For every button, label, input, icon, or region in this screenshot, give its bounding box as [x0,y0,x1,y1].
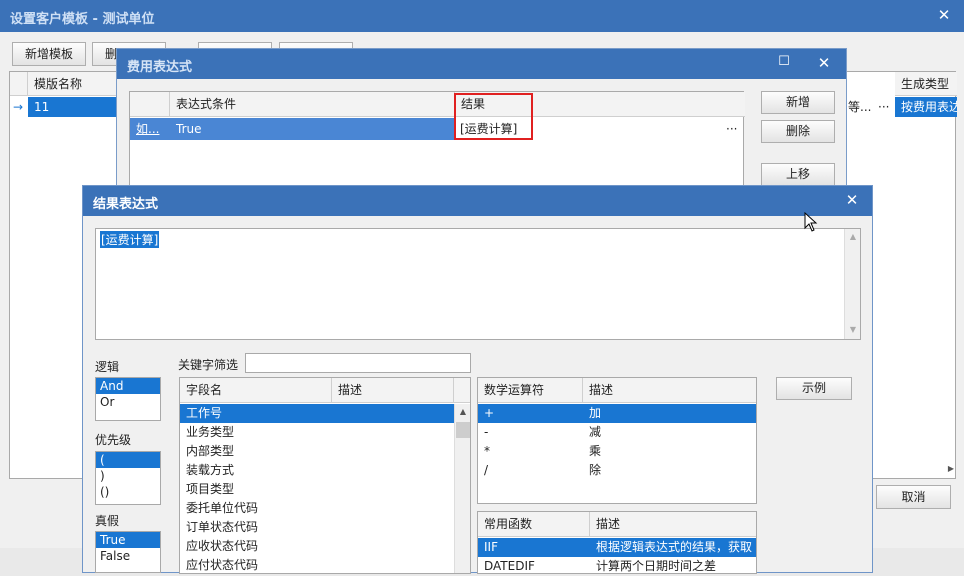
expr-dialog: 费用表达式 ☐ ✕ 表达式条件 结果 如... True [运费计算] ··· … [116,48,847,189]
expr-grid: 表达式条件 结果 如... True [运费计算] ··· [129,91,745,189]
field-row[interactable]: 业务类型 [180,423,454,442]
field-row[interactable]: 项目类型 [180,480,454,499]
math-row[interactable]: -减 [478,423,756,442]
template-row-ellipsis[interactable]: ··· [876,97,894,117]
math-op: + [484,406,495,420]
bool-item-true[interactable]: True [96,532,160,548]
expression-scroll-down-icon[interactable]: ▼ [845,325,861,334]
expr-delete-button[interactable]: 删除 [761,120,835,143]
keyword-label: 关键字筛选 [178,358,239,372]
func-name: DATEDIF [484,559,535,573]
add-template-button[interactable]: 新增模板 [12,42,86,66]
priority-item-pair[interactable]: () [96,484,160,500]
expr-up-button[interactable]: 上移 [761,163,835,186]
funcs-rows: IIF 根据逻辑表达式的结果，获取 DATEDIF 计算两个日期时间之差 [478,538,756,576]
fields-header-pad [454,378,470,403]
fields-scroll-thumb[interactable] [456,422,470,438]
math-desc: 加 [589,406,602,420]
result-dialog: 结果表达式 ✕ [运费计算] ▲ ▼ 逻辑 And Or 优先级 ( ) () … [82,185,873,574]
row-marker-icon: → [13,100,24,114]
grid-scroll-right-icon[interactable]: ▶ [945,464,957,473]
logic-item-or[interactable]: Or [96,394,160,410]
math-op: * [484,444,490,458]
expression-text: [运费计算] [100,231,160,248]
expression-editor[interactable]: [运费计算] ▲ ▼ [95,228,861,340]
funcs-grid: 常用函数 描述 IIF 根据逻辑表达式的结果，获取 DATEDIF 计算两个日期时间之… [477,511,757,574]
bool-label: 真假 [95,514,120,528]
expr-row-edit-link[interactable]: 如... [130,118,170,140]
func-desc: 计算两个日期时间之差 [596,559,717,573]
main-close-button[interactable]: ✕ [934,6,954,24]
expr-title: 费用表达式 [127,60,193,75]
expr-row-condition[interactable]: True [170,118,455,140]
logic-item-and[interactable]: And [96,378,160,394]
func-row[interactable]: IIF 根据逻辑表达式的结果，获取 [478,538,756,557]
result-highlight-box [454,93,533,140]
math-row[interactable]: + 加 [478,404,756,423]
math-desc: 减 [589,425,602,439]
template-col-name[interactable]: 模版名称 [28,72,128,96]
math-op: - [484,425,489,439]
math-grid: 数学运算符 描述 + 加 - 减 * 乘 / 除 [477,377,757,504]
math-desc: 乘 [589,444,602,458]
field-row[interactable]: 订单状态代码 [180,518,454,537]
main-title: 设置客户模板 - 测试单位 [10,12,155,27]
logic-label: 逻辑 [95,360,120,374]
template-row-gen-type[interactable]: 按费用表达 [895,97,957,117]
fields-col-name[interactable]: 字段名 [180,378,332,403]
cancel-button[interactable]: 取消 [876,485,951,509]
keyword-input[interactable] [245,353,471,373]
bool-listbox[interactable]: True False [95,531,161,573]
priority-item-close[interactable]: ) [96,468,160,484]
priority-label: 优先级 [95,433,132,447]
fields-rows: 工作号 业务类型 内部类型 装载方式 项目类型 委托单位代码 订单状态代码 应收状态代码 应付状… [180,404,454,575]
math-desc: 除 [589,463,602,477]
fields-scroll-up-icon[interactable]: ▲ [455,407,471,416]
template-grid-corner [10,72,28,96]
expr-row-result-ellipsis[interactable]: ··· [724,118,744,140]
mouse-cursor-icon [804,212,818,232]
math-col-op[interactable]: 数学运算符 [478,378,583,403]
template-col-gen-type[interactable]: 生成类型 [895,72,957,96]
expr-col-condition[interactable]: 表达式条件 [170,92,455,117]
expression-scrollbar[interactable]: ▲ ▼ [844,229,860,339]
field-row[interactable]: 工作号 [180,404,454,423]
math-col-desc[interactable]: 描述 [583,378,756,403]
math-rows: + 加 - 减 * 乘 / 除 [478,404,756,480]
expr-grid-corner [130,92,170,117]
func-name: IIF [484,540,498,554]
result-close-button[interactable]: ✕ [842,191,862,209]
main-titlebar: 设置客户模板 - 测试单位 ✕ [0,0,964,32]
expression-scroll-up-icon[interactable]: ▲ [845,232,861,241]
priority-item-open[interactable]: ( [96,452,160,468]
field-row[interactable]: 装载方式 [180,461,454,480]
fields-grid: 字段名 描述 工作号 业务类型 内部类型 装载方式 项目类型 委托单位代码 订单状态代码 应收… [179,377,471,574]
field-row[interactable]: 委托单位代码 [180,499,454,518]
result-title: 结果表达式 [93,197,159,212]
funcs-col-desc[interactable]: 描述 [590,512,756,537]
template-row-name[interactable]: 11 [28,97,128,117]
expr-maximize-button[interactable]: ☐ [774,54,794,69]
fields-scrollbar[interactable]: ▲ [454,404,470,573]
field-row[interactable]: 内部类型 [180,442,454,461]
field-row[interactable]: 应收状态代码 [180,537,454,556]
fields-col-desc[interactable]: 描述 [332,378,454,403]
logic-listbox[interactable]: And Or [95,377,161,421]
math-op: / [484,463,489,477]
math-row[interactable]: * 乘 [478,442,756,461]
func-row[interactable]: DATEDIF 计算两个日期时间之差 [478,557,756,576]
expr-titlebar: 费用表达式 ☐ ✕ [117,49,846,79]
math-row[interactable]: / 除 [478,461,756,480]
expr-add-button[interactable]: 新增 [761,91,835,114]
field-row[interactable]: 应付状态代码 [180,556,454,575]
expr-close-button[interactable]: ✕ [814,54,834,72]
priority-listbox[interactable]: ( ) () [95,451,161,505]
example-button[interactable]: 示例 [776,377,852,400]
func-desc: 根据逻辑表达式的结果，获取 [596,540,753,554]
funcs-col-name[interactable]: 常用函数 [478,512,590,537]
bool-item-false[interactable]: False [96,548,160,564]
result-titlebar: 结果表达式 ✕ [83,186,872,216]
